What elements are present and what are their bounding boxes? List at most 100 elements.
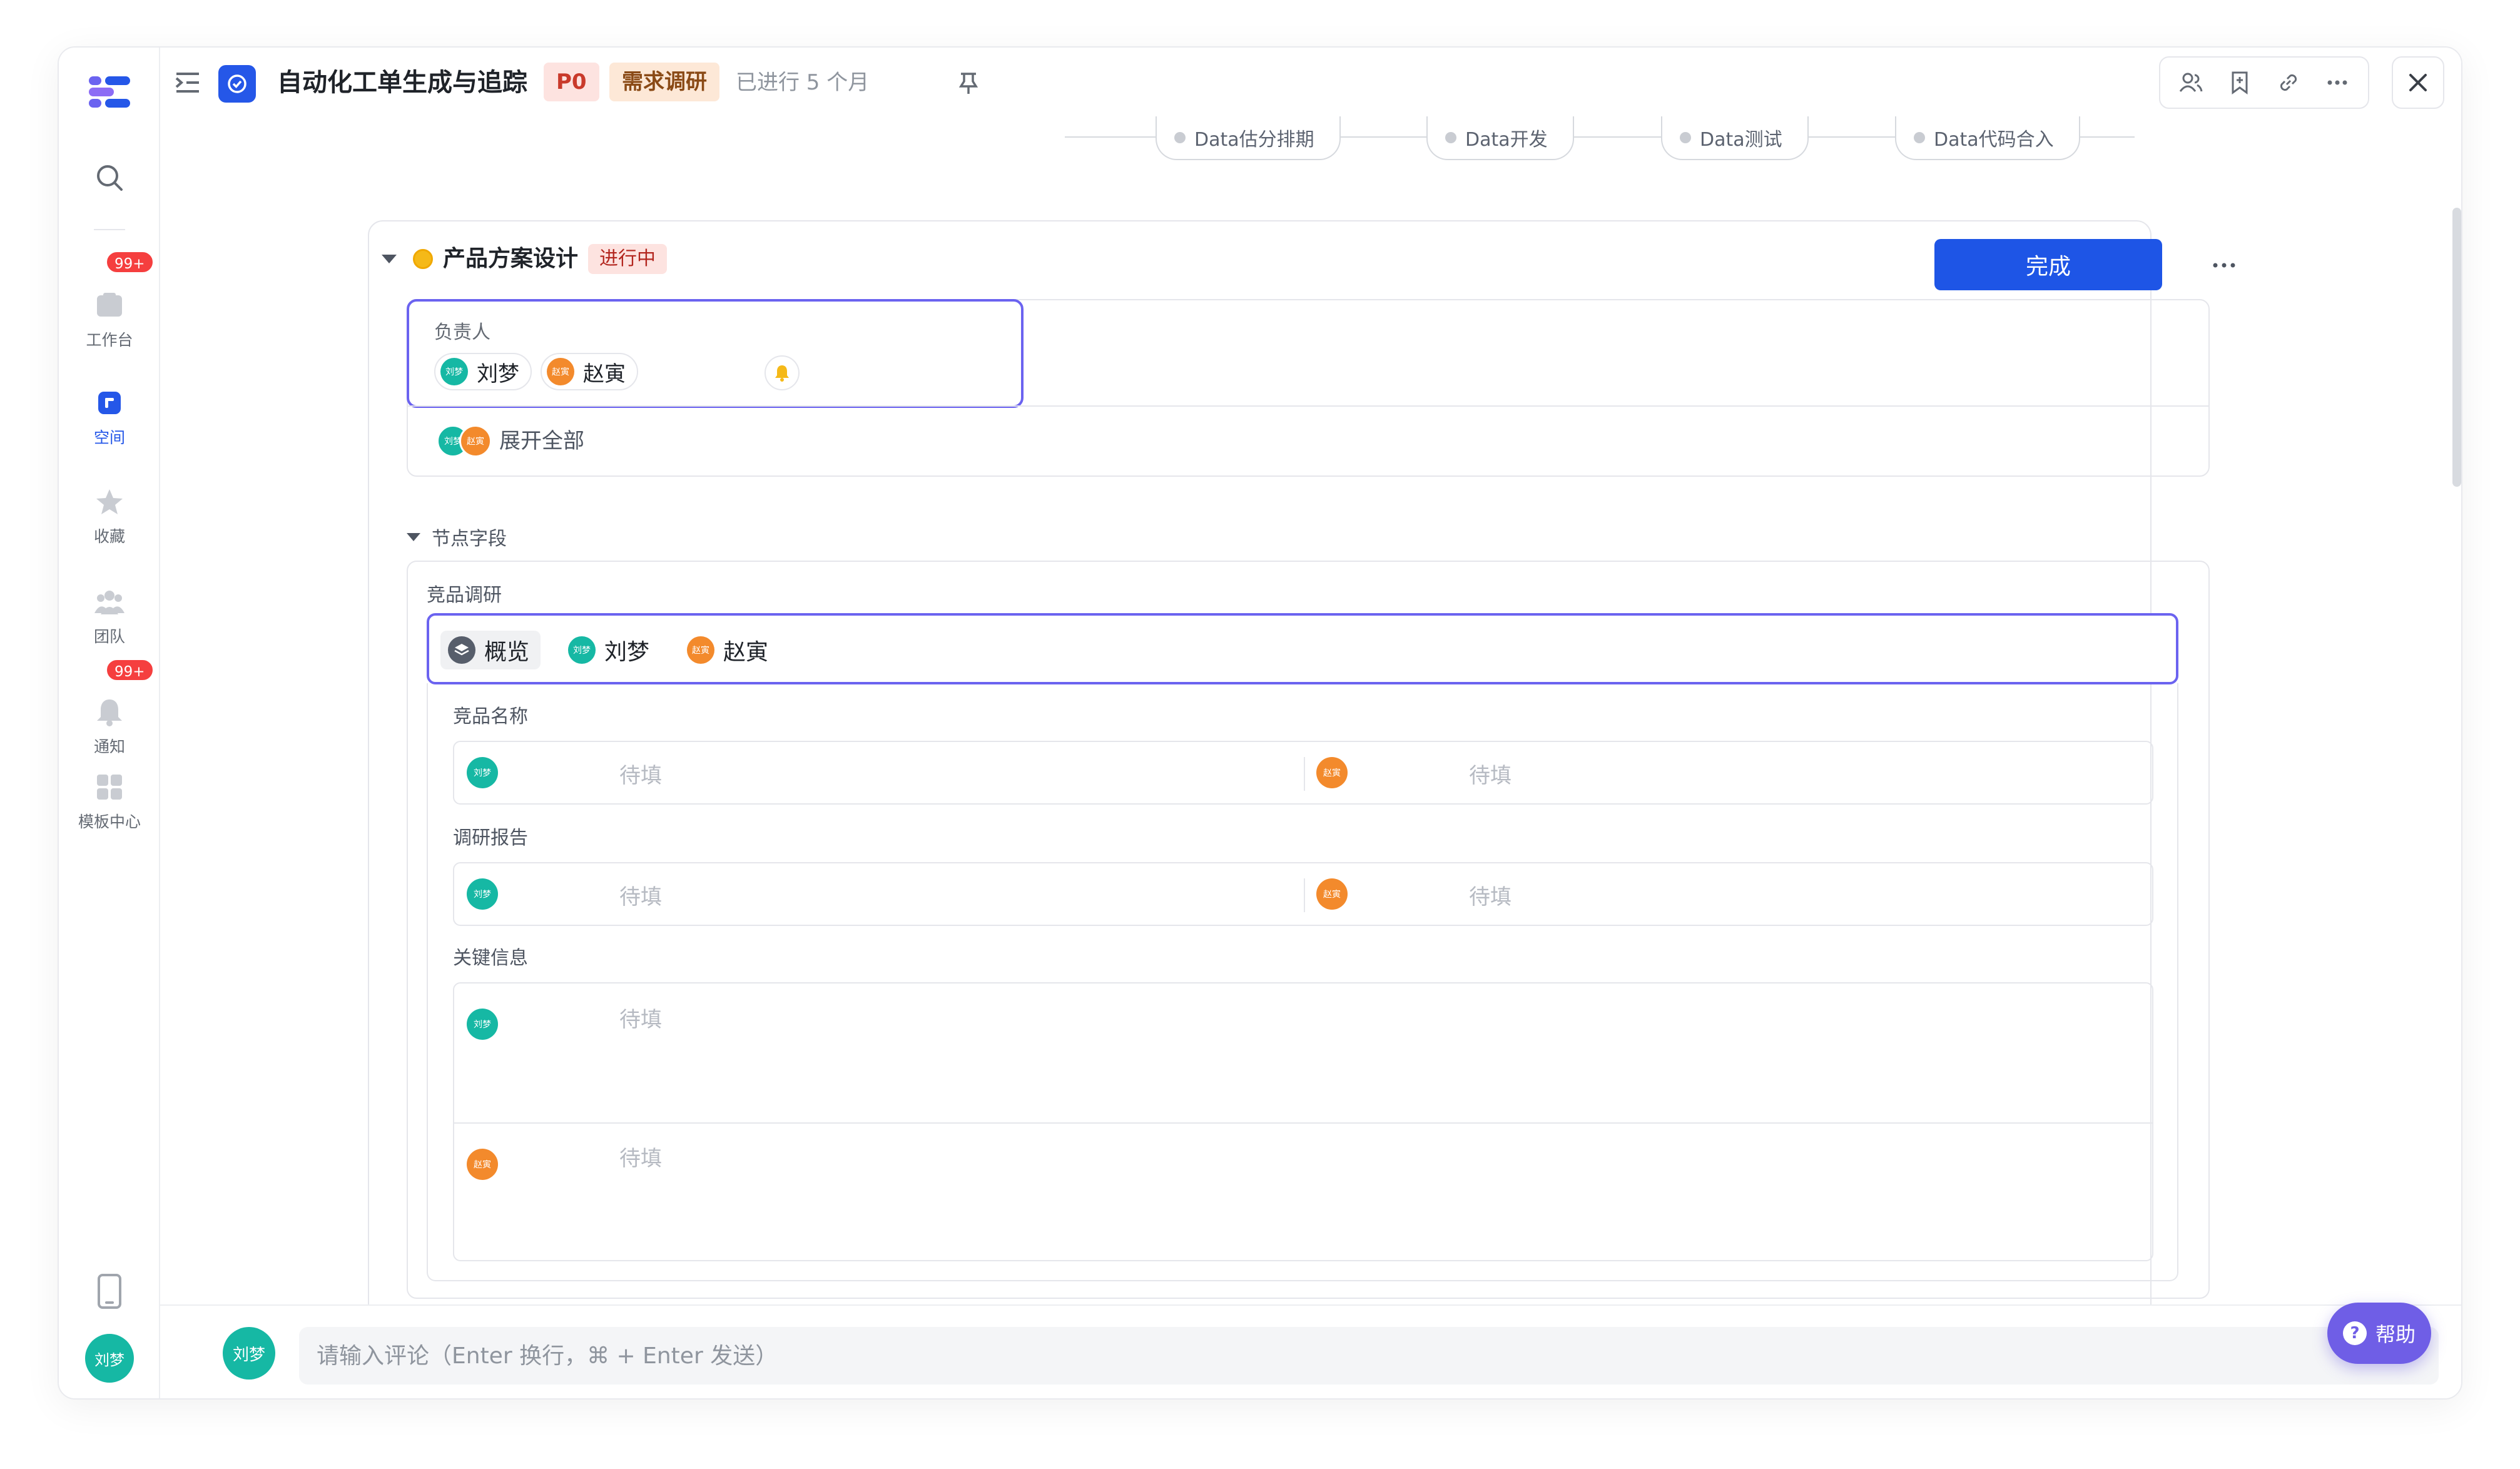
close-icon <box>2409 74 2427 91</box>
avatar: 赵寅 <box>1316 757 1348 788</box>
app-window: 工作台 99+ 空间 收藏 团队 通知 99+ 模板中心 刘梦 自动化工单生成与… <box>58 46 2462 1400</box>
avatar: 刘梦 <box>467 878 498 910</box>
placeholder-text: 待填 <box>619 1146 662 1171</box>
close-button[interactable] <box>2392 56 2444 109</box>
workflow-node-label: Data测试 <box>1700 129 1782 151</box>
more-horizontal-icon <box>2327 80 2347 85</box>
workflow-node-label: Data开发 <box>1465 129 1548 151</box>
rail-item-notifications[interactable]: 通知 <box>59 697 160 757</box>
expand-all-button[interactable]: 刘梦 赵寅 展开全部 <box>437 422 584 457</box>
node-status-dot <box>1445 132 1456 143</box>
complete-button[interactable]: 完成 <box>1934 239 2162 290</box>
tab-label: 刘梦 <box>604 639 650 665</box>
avatar: 刘梦 <box>467 1009 498 1040</box>
field-cell[interactable]: 刘梦 待填 <box>454 984 2153 1122</box>
field-label: 调研报告 <box>453 827 528 849</box>
collapse-sidebar-icon[interactable] <box>174 69 201 96</box>
rail-item-templates[interactable]: 模板中心 <box>59 772 160 832</box>
node-header[interactable]: 产品方案设计 进行中 <box>382 244 668 274</box>
avatar: 赵寅 <box>547 358 574 385</box>
avatar: 赵寅 <box>1316 878 1348 910</box>
scrollbar[interactable] <box>2452 208 2461 487</box>
field-group-tabs: 概览 刘梦 刘梦 赵寅 赵寅 <box>427 613 2178 684</box>
field-row-key-info: 刘梦 待填 赵寅 待填 <box>453 982 2153 1261</box>
remind-button[interactable] <box>765 355 800 390</box>
tab-overview[interactable]: 概览 <box>440 631 541 669</box>
field-cell[interactable]: 刘梦 待填 <box>454 863 1304 925</box>
workflow-node[interactable]: Data估分排期 <box>1156 116 1341 160</box>
bookmark-button[interactable] <box>2225 68 2255 98</box>
search-icon[interactable] <box>94 162 125 193</box>
rail-item-workbench[interactable]: 工作台 <box>59 290 160 350</box>
owner-section: 负责人 刘梦 刘梦 赵寅 赵寅 刘梦 赵寅 展开全部 <box>407 299 2210 477</box>
collapse-caret-icon[interactable] <box>382 255 397 263</box>
priority-tag[interactable]: P0 <box>544 63 599 101</box>
app-logo-icon[interactable] <box>86 73 133 110</box>
placeholder-text: 待填 <box>1469 885 1511 910</box>
rail-item-space[interactable]: 空间 <box>59 388 160 448</box>
layers-icon <box>448 636 475 664</box>
members-button[interactable] <box>2176 68 2206 98</box>
template-icon <box>97 775 122 800</box>
owner-label: 负责人 <box>434 322 490 343</box>
bell-icon <box>775 365 789 382</box>
placeholder-text: 待填 <box>619 763 662 788</box>
field-row-competitor-name: 刘梦 待填 赵寅 待填 <box>453 741 2153 805</box>
help-label: 帮助 <box>2375 1323 2416 1346</box>
avatar: 刘梦 <box>568 636 596 664</box>
node-status-dot <box>1680 132 1691 143</box>
field-cell[interactable]: 赵寅 待填 <box>1304 742 2153 803</box>
workflow-node[interactable]: Data开发 <box>1426 116 1574 160</box>
comment-bar: 刘梦 <box>160 1304 2461 1398</box>
link-icon <box>2280 74 2297 91</box>
rail-item-label: 团队 <box>93 628 125 646</box>
comment-input[interactable] <box>299 1327 2439 1385</box>
node-status-dot <box>1174 132 1186 143</box>
pin-icon[interactable] <box>956 70 981 95</box>
owner-chip[interactable]: 赵寅 赵寅 <box>541 353 638 390</box>
workflow-strip: Data估分排期 Data开发 Data测试 Data代码合入 <box>1065 116 2135 166</box>
bell-icon <box>97 699 122 726</box>
field-cell[interactable]: 赵寅 待填 <box>1304 863 2153 925</box>
avatar: 刘梦 <box>440 358 468 385</box>
user-avatar[interactable]: 刘梦 <box>85 1334 134 1383</box>
help-button[interactable]: ? 帮助 <box>2327 1303 2431 1364</box>
avatar: 刘梦 <box>223 1327 275 1380</box>
members-icon <box>2179 73 2203 92</box>
notification-badge: 99+ <box>105 658 155 682</box>
workbench-badge: 99+ <box>105 250 155 274</box>
tab-liumeng[interactable]: 刘梦 刘梦 <box>561 631 661 669</box>
divider <box>408 405 2208 407</box>
rail-item-team[interactable]: 团队 <box>59 587 160 647</box>
field-cell[interactable]: 赵寅 待填 <box>454 1124 2153 1261</box>
workflow-node[interactable]: Data测试 <box>1661 116 1809 160</box>
workflow-node[interactable]: Data代码合入 <box>1895 116 2080 160</box>
workbench-icon <box>97 293 122 317</box>
page-title[interactable]: 自动化工单生成与追踪 <box>277 65 527 100</box>
placeholder-text: 待填 <box>619 1007 662 1032</box>
tab-zhaoyin[interactable]: 赵寅 赵寅 <box>679 631 780 669</box>
mobile-icon[interactable] <box>95 1274 124 1309</box>
field-group-label: 竞品调研 <box>427 584 502 606</box>
field-group-body: 竞品名称 刘梦 待填 赵寅 待填 调研报告 刘梦 待填 赵寅 待填 关键信息 刘… <box>427 683 2178 1281</box>
node-title: 产品方案设计 <box>443 246 579 272</box>
rail-item-favorites[interactable]: 收藏 <box>59 487 160 547</box>
avatar: 赵寅 <box>687 636 714 664</box>
duration-text: 已进行 5 个月 <box>736 70 870 95</box>
field-cell[interactable]: 刘梦 待填 <box>454 742 1304 803</box>
team-icon <box>94 591 124 614</box>
fields-section-title: 节点字段 <box>432 528 507 550</box>
owner-field[interactable]: 负责人 刘梦 刘梦 赵寅 赵寅 <box>407 299 1024 408</box>
field-label: 竞品名称 <box>453 706 528 728</box>
bookmark-icon <box>2232 71 2248 94</box>
placeholder-text: 待填 <box>619 885 662 910</box>
owner-chip[interactable]: 刘梦 刘梦 <box>434 353 532 390</box>
fields-section-header[interactable]: 节点字段 <box>407 523 507 551</box>
header-toolbar <box>2159 56 2369 109</box>
header: 自动化工单生成与追踪 P0 需求调研 已进行 5 个月 <box>160 48 2461 118</box>
more-horizontal-icon[interactable] <box>2208 250 2240 280</box>
copy-link-button[interactable] <box>2274 68 2304 98</box>
more-button[interactable] <box>2322 68 2352 98</box>
stage-tag[interactable]: 需求调研 <box>609 63 719 101</box>
collapse-caret-icon[interactable] <box>407 532 420 541</box>
